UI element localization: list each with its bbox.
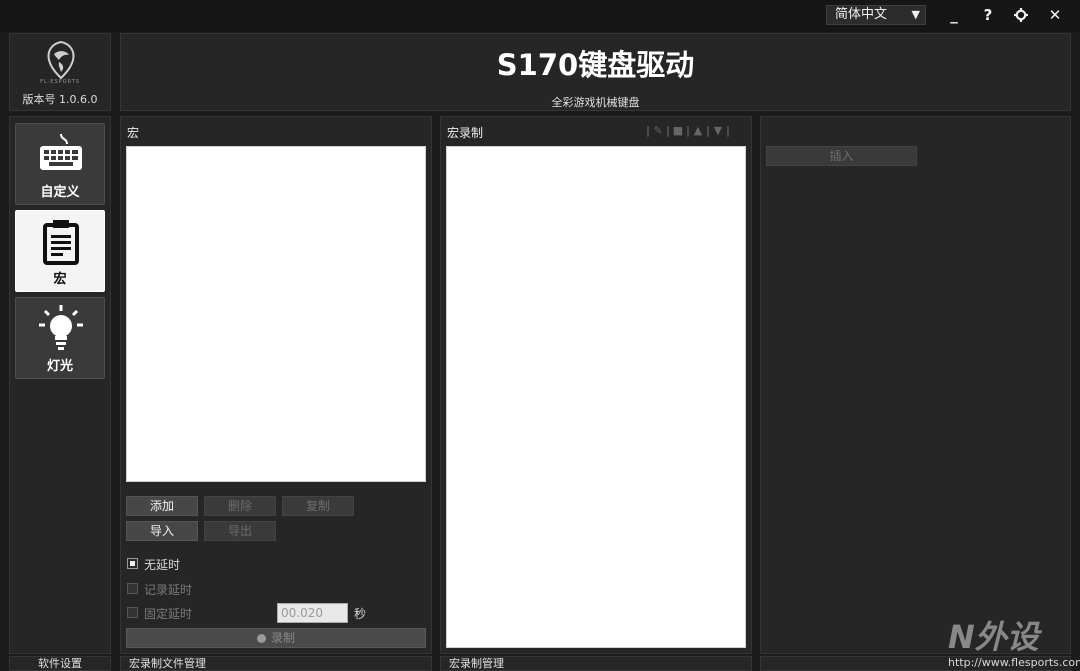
recording-list[interactable]	[446, 146, 746, 648]
clipboard-icon	[43, 220, 79, 265]
version-label: 版本号 1.0.6.0	[22, 93, 98, 106]
recording-panel: 宏录制 | ✎ | ■ | ▲ | ▼ |	[440, 116, 752, 654]
fixed-delay-input[interactable]: 00.020	[277, 603, 348, 623]
macro-panel: 宏 添加 删除 复制 导入 导出 无延时 记录延时 固定延时 00.020 秒 …	[120, 116, 432, 654]
language-select[interactable]: 简体中文 ▼	[826, 5, 926, 25]
record-button-label: 录制	[270, 631, 295, 645]
header-panel: S170键盘驱动 全彩游戏机械键盘	[120, 33, 1071, 111]
trash-icon[interactable]: ■	[671, 124, 685, 137]
delete-button[interactable]: 删除	[204, 496, 276, 516]
copy-button[interactable]: 复制	[282, 496, 354, 516]
nav-macro-label: 宏	[53, 272, 67, 287]
nav-lighting[interactable]: 灯光	[15, 297, 105, 379]
edit-pencil-icon[interactable]: ✎	[651, 124, 665, 137]
page-subtitle: 全彩游戏机械键盘	[551, 96, 640, 109]
insert-button[interactable]: 插入	[766, 146, 917, 166]
record-button[interactable]: 录制	[126, 628, 426, 648]
settings-gear-icon[interactable]	[1009, 4, 1033, 26]
minimize-button[interactable]: _	[942, 4, 966, 26]
chevron-down-icon: ▼	[911, 8, 920, 21]
move-down-icon[interactable]: ▼	[711, 124, 725, 137]
move-up-icon[interactable]: ▲	[691, 124, 705, 137]
record-delay-label: 记录延时	[144, 583, 193, 597]
nav-macro[interactable]: 宏	[15, 210, 105, 292]
macro-list[interactable]	[126, 146, 426, 482]
fixed-delay-checkbox[interactable]	[127, 607, 138, 618]
language-select-value: 简体中文	[835, 7, 888, 22]
export-button[interactable]: 导出	[204, 521, 276, 541]
no-delay-label: 无延时	[144, 558, 181, 572]
add-button[interactable]: 添加	[126, 496, 198, 516]
tab-macro-file-management[interactable]: 宏录制文件管理	[120, 656, 432, 671]
record-delay-checkbox[interactable]	[127, 583, 138, 594]
no-delay-checkbox[interactable]	[127, 558, 138, 569]
close-button[interactable]: ✕	[1043, 4, 1067, 26]
help-button[interactable]: ?	[976, 4, 1000, 26]
brand-logo-icon	[47, 40, 75, 80]
tab-macro-management[interactable]: 宏录制管理	[440, 656, 752, 671]
keyboard-icon	[40, 133, 82, 170]
watermark-logo: N外设	[948, 618, 1039, 656]
import-button[interactable]: 导入	[126, 521, 198, 541]
watermark-url: http://www.flesports.com	[948, 656, 1080, 669]
delay-unit-label: 秒	[354, 607, 367, 621]
recording-panel-title: 宏录制	[447, 126, 484, 140]
sidebar: 自定义 宏 灯光	[9, 116, 111, 654]
nav-custom-label: 自定义	[40, 185, 80, 200]
brand-small-text: FL·ESPORTS	[40, 79, 80, 85]
nav-lighting-label: 灯光	[46, 359, 73, 374]
record-dot-icon	[256, 634, 266, 643]
fixed-delay-label: 固定延时	[144, 607, 193, 621]
nav-custom[interactable]: 自定义	[15, 123, 105, 205]
tab-software-settings[interactable]: 软件设置	[9, 656, 111, 671]
insert-panel: 插入	[760, 116, 1071, 654]
recording-toolbar: | ✎ | ■ | ▲ | ▼ |	[646, 124, 730, 137]
macro-panel-title: 宏	[127, 126, 140, 140]
lightbulb-icon	[39, 305, 83, 350]
logo-panel: FL·ESPORTS 版本号 1.0.6.0	[9, 33, 111, 111]
page-title: S170键盘驱动	[496, 48, 695, 82]
